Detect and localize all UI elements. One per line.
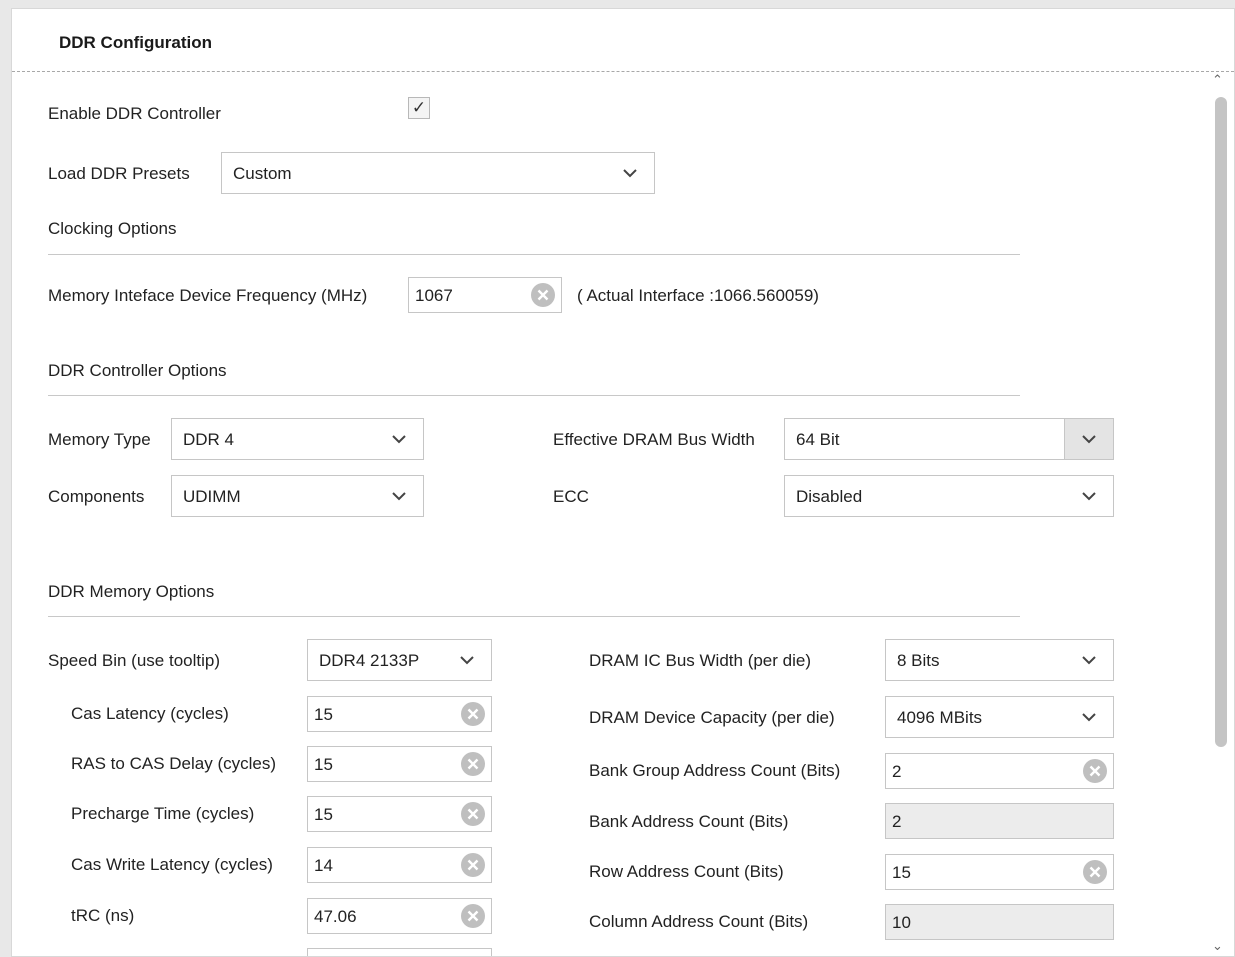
frequency-value: 1067 bbox=[415, 286, 453, 305]
frequency-input[interactable]: 1067 bbox=[408, 277, 562, 313]
load-presets-value: Custom bbox=[233, 164, 292, 183]
checkmark-icon: ✓ bbox=[411, 98, 427, 117]
memory-separator bbox=[48, 616, 1020, 617]
chevron-down-icon bbox=[459, 649, 475, 671]
bank-group-label: Bank Group Address Count (Bits) bbox=[589, 761, 841, 780]
capacity-label: DRAM Device Capacity (per die) bbox=[589, 708, 835, 727]
chevron-down-icon bbox=[622, 162, 638, 184]
memory-type-label: Memory Type bbox=[48, 430, 151, 449]
controller-options-title: DDR Controller Options bbox=[48, 361, 227, 380]
row-address-label: Row Address Count (Bits) bbox=[589, 862, 784, 881]
chevron-down-icon bbox=[1081, 706, 1097, 728]
ecc-label: ECC bbox=[553, 487, 589, 506]
trc-input[interactable]: 47.06 bbox=[307, 898, 492, 934]
scrollbar-thumb[interactable] bbox=[1215, 97, 1227, 747]
column-address-label: Column Address Count (Bits) bbox=[589, 912, 809, 931]
column-address-value: 10 bbox=[892, 913, 911, 932]
precharge-label: Precharge Time (cycles) bbox=[71, 804, 255, 823]
chevron-down-icon bbox=[1081, 428, 1097, 450]
capacity-select[interactable]: 4096 MBits bbox=[885, 696, 1114, 738]
scroll-up-icon[interactable]: ⌃ bbox=[1212, 73, 1223, 87]
clear-circle-icon[interactable] bbox=[1083, 860, 1107, 884]
clear-circle-icon[interactable] bbox=[531, 283, 555, 307]
scroll-down-icon[interactable]: ⌄ bbox=[1212, 939, 1223, 953]
ic-bus-width-label: DRAM IC Bus Width (per die) bbox=[589, 651, 811, 670]
cas-write-latency-label: Cas Write Latency (cycles) bbox=[71, 855, 273, 874]
bus-width-label: Effective DRAM Bus Width bbox=[553, 430, 755, 449]
ic-bus-width-select[interactable]: 8 Bits bbox=[885, 639, 1114, 681]
components-label: Components bbox=[48, 487, 145, 506]
ras-to-cas-label: RAS to CAS Delay (cycles) bbox=[71, 754, 276, 773]
trc-value: 47.06 bbox=[314, 907, 357, 926]
bank-address-input: 2 bbox=[885, 803, 1114, 839]
cas-latency-value: 15 bbox=[314, 705, 333, 724]
bank-address-label: Bank Address Count (Bits) bbox=[589, 812, 789, 831]
precharge-input[interactable]: 15 bbox=[307, 796, 492, 832]
memory-type-value: DDR 4 bbox=[183, 430, 235, 449]
ecc-select[interactable]: Disabled bbox=[784, 475, 1114, 517]
precharge-value: 15 bbox=[314, 805, 333, 824]
next-field-input[interactable] bbox=[307, 948, 492, 956]
cas-latency-input[interactable]: 15 bbox=[307, 696, 492, 732]
memory-type-select[interactable]: DDR 4 bbox=[171, 418, 424, 460]
bank-group-value: 2 bbox=[892, 762, 902, 781]
components-value: UDIMM bbox=[183, 487, 241, 506]
clear-circle-icon[interactable] bbox=[461, 752, 485, 776]
clear-circle-icon[interactable] bbox=[461, 802, 485, 826]
cas-write-latency-input[interactable]: 14 bbox=[307, 847, 492, 883]
ras-to-cas-value: 15 bbox=[314, 755, 333, 774]
cas-write-latency-value: 14 bbox=[314, 856, 333, 875]
trc-label: tRC (ns) bbox=[71, 906, 135, 925]
enable-ddr-label: Enable DDR Controller bbox=[48, 104, 221, 123]
clear-circle-icon[interactable] bbox=[461, 702, 485, 726]
clocking-separator bbox=[48, 254, 1020, 255]
ras-to-cas-input[interactable]: 15 bbox=[307, 746, 492, 782]
enable-ddr-checkbox[interactable]: ✓ bbox=[408, 97, 430, 119]
actual-interface-text: ( Actual Interface :1066.560059) bbox=[577, 286, 819, 305]
frequency-label: Memory Inteface Device Frequency (MHz) bbox=[48, 286, 368, 305]
bus-width-value: 64 Bit bbox=[796, 430, 840, 449]
panel-header: DDR Configuration bbox=[12, 9, 1234, 72]
speed-bin-label: Speed Bin (use tooltip) bbox=[48, 651, 220, 670]
clear-circle-icon[interactable] bbox=[1083, 759, 1107, 783]
capacity-value: 4096 MBits bbox=[897, 708, 983, 727]
speed-bin-value: DDR4 2133P bbox=[319, 651, 420, 670]
clear-circle-icon[interactable] bbox=[461, 853, 485, 877]
row-address-input[interactable]: 15 bbox=[885, 854, 1114, 890]
bank-address-value: 2 bbox=[892, 812, 902, 831]
memory-options-title: DDR Memory Options bbox=[48, 582, 215, 601]
load-presets-select[interactable]: Custom bbox=[221, 152, 655, 194]
ddr-configuration-panel: DDR Configuration Enable DDR Controller … bbox=[11, 8, 1235, 957]
chevron-down-icon bbox=[391, 428, 407, 450]
chevron-down-icon bbox=[1081, 485, 1097, 507]
components-select[interactable]: UDIMM bbox=[171, 475, 424, 517]
load-presets-label: Load DDR Presets bbox=[48, 164, 190, 183]
clocking-options-title: Clocking Options bbox=[48, 219, 177, 238]
ic-bus-width-value: 8 Bits bbox=[897, 651, 940, 670]
ecc-value: Disabled bbox=[796, 487, 863, 506]
chevron-down-icon bbox=[1081, 649, 1097, 671]
clear-circle-icon[interactable] bbox=[461, 904, 485, 928]
bus-width-select[interactable]: 64 Bit bbox=[784, 418, 1114, 460]
row-address-value: 15 bbox=[892, 863, 911, 882]
column-address-input: 10 bbox=[885, 904, 1114, 940]
chevron-down-icon bbox=[391, 485, 407, 507]
page-title: DDR Configuration bbox=[59, 33, 212, 52]
cas-latency-label: Cas Latency (cycles) bbox=[71, 704, 229, 723]
speed-bin-select[interactable]: DDR4 2133P bbox=[307, 639, 492, 681]
controller-separator bbox=[48, 395, 1020, 396]
bank-group-input[interactable]: 2 bbox=[885, 753, 1114, 789]
